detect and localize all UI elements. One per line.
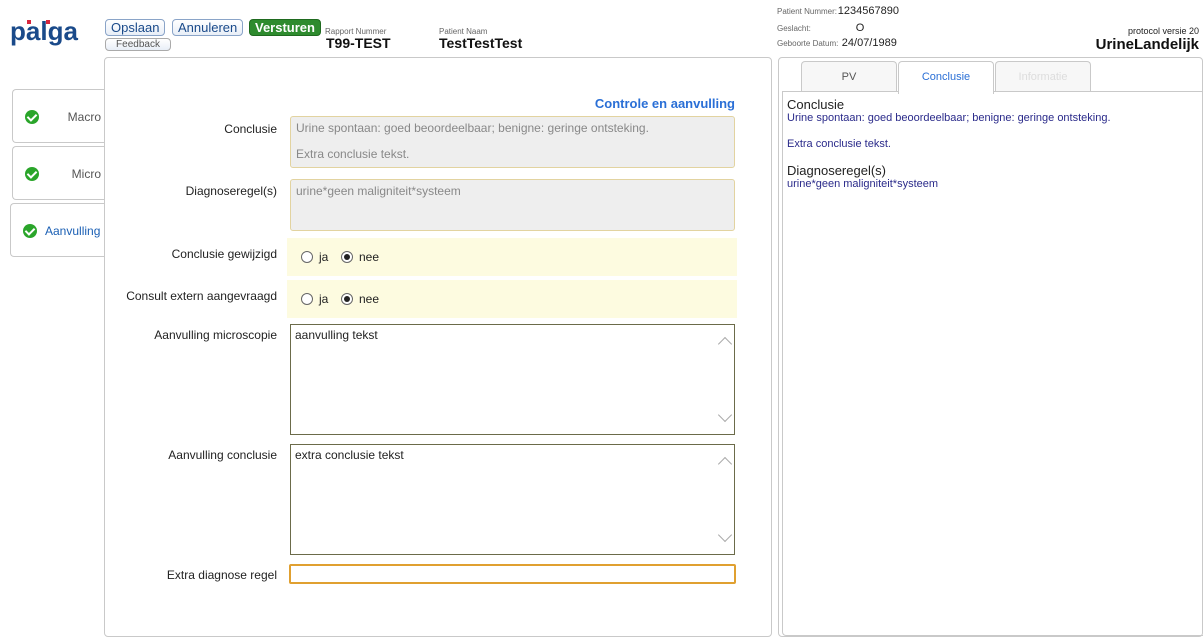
preview-content: Conclusie Urine spontaan: goed beoordeel…: [782, 91, 1203, 636]
save-button[interactable]: Opslaan: [105, 19, 166, 36]
diagnoseregel-readonly-field: urine*geen maligniteit*systeem: [290, 179, 735, 231]
tab-micro-label: Micro: [71, 167, 101, 181]
logo-text: palga: [10, 16, 78, 46]
aanvulling-microscopie-label: Aanvulling microscopie: [154, 328, 277, 342]
scroll-up-icon[interactable]: [717, 456, 733, 472]
diagnoseregel-value: urine*geen maligniteit*systeem: [296, 184, 461, 198]
conclusie-gewijzigd-label: Conclusie gewijzigd: [171, 247, 277, 261]
radio-ja-label: ja: [319, 292, 329, 306]
patient-number-row: Patient Nummer: 1234567890: [777, 5, 899, 17]
conclusie-gewijzigd-ja-radio[interactable]: [301, 251, 313, 263]
radio-nee-label: nee: [359, 292, 380, 306]
consult-extern-ja-radio[interactable]: [301, 293, 313, 305]
tab-conclusie[interactable]: Conclusie: [898, 61, 994, 94]
feedback-button[interactable]: Feedback: [105, 38, 171, 51]
diagnoseregel-label: Diagnoseregel(s): [185, 184, 277, 198]
radio-nee-label: nee: [359, 250, 380, 264]
aanvulling-microscopie-value: aanvulling tekst: [295, 328, 378, 342]
left-tab-list: Macro Micro Aanvulling: [10, 89, 105, 260]
gender-row: Geslacht: O: [777, 22, 864, 34]
aanvulling-conclusie-textarea[interactable]: extra conclusie tekst: [290, 444, 735, 555]
check-circle-icon: [23, 224, 37, 238]
preview-conclusie-text-1: Urine spontaan: goed beoordeelbaar; beni…: [787, 112, 1111, 124]
main-form-panel: Controle en aanvulling Conclusie Urine s…: [104, 57, 772, 637]
conclusie-gewijzigd-radio-group: ja nee: [287, 238, 737, 276]
scroll-down-icon[interactable]: [717, 527, 733, 543]
protocol-name: UrineLandelijk: [1095, 36, 1199, 53]
palga-logo: palga: [10, 16, 78, 46]
birthdate-row: Geboorte Datum: 24/07/1989: [777, 37, 897, 49]
tab-macro-label: Macro: [67, 110, 101, 124]
cancel-button[interactable]: Annuleren: [172, 19, 244, 36]
aanvulling-conclusie-value: extra conclusie tekst: [295, 448, 404, 462]
conclusie-line-1: Urine spontaan: goed beoordeelbaar; beni…: [296, 121, 649, 135]
send-button[interactable]: Versturen: [249, 19, 321, 36]
gender-label: Geslacht:: [777, 24, 811, 33]
check-circle-icon: [25, 167, 39, 181]
report-number: T99-TEST: [326, 35, 391, 51]
extra-diagnose-label: Extra diagnose regel: [166, 568, 277, 582]
preview-diagnose-title: Diagnoseregel(s): [787, 163, 886, 178]
scroll-down-icon[interactable]: [717, 407, 733, 423]
patient-number: 1234567890: [837, 5, 899, 17]
check-circle-icon: [25, 110, 39, 124]
patient-name: TestTestTest: [439, 35, 523, 51]
form-title: Controle en aanvulling: [594, 96, 735, 111]
tab-micro[interactable]: Micro: [12, 146, 105, 200]
consult-extern-label: Consult extern aangevraagd: [126, 289, 277, 303]
conclusie-line-2: Extra conclusie tekst.: [296, 147, 410, 161]
gender-value: O: [855, 22, 865, 34]
preview-diagnose-text: urine*geen maligniteit*systeem: [787, 178, 939, 190]
scroll-up-icon[interactable]: [717, 336, 733, 352]
conclusie-label: Conclusie: [224, 122, 277, 136]
tab-aanvulling-label: Aanvulling: [45, 224, 101, 238]
patient-number-label: Patient Nummer:: [777, 7, 838, 16]
preview-panel: PV Conclusie Informatie Conclusie Urine …: [778, 57, 1203, 637]
birthdate-label: Geboorte Datum:: [777, 39, 839, 48]
aanvulling-conclusie-label: Aanvulling conclusie: [168, 448, 277, 462]
conclusie-gewijzigd-nee-radio[interactable]: [341, 251, 353, 263]
aanvulling-microscopie-textarea[interactable]: aanvulling tekst: [290, 324, 735, 435]
protocol-version: protocol versie 20: [1127, 26, 1199, 36]
tab-informatie[interactable]: Informatie: [995, 61, 1091, 92]
birthdate-value: 24/07/1989: [841, 37, 897, 49]
radio-ja-label: ja: [319, 250, 329, 264]
tab-pv[interactable]: PV: [801, 61, 897, 92]
tab-macro[interactable]: Macro: [12, 89, 105, 143]
conclusie-readonly-field: Urine spontaan: goed beoordeelbaar; beni…: [290, 116, 735, 168]
preview-conclusie-text-2: Extra conclusie tekst.: [787, 138, 891, 150]
extra-diagnose-input[interactable]: [289, 564, 736, 584]
preview-conclusie-title: Conclusie: [787, 97, 845, 112]
consult-extern-nee-radio[interactable]: [341, 293, 353, 305]
tab-aanvulling[interactable]: Aanvulling: [10, 203, 105, 257]
consult-extern-radio-group: ja nee: [287, 280, 737, 318]
